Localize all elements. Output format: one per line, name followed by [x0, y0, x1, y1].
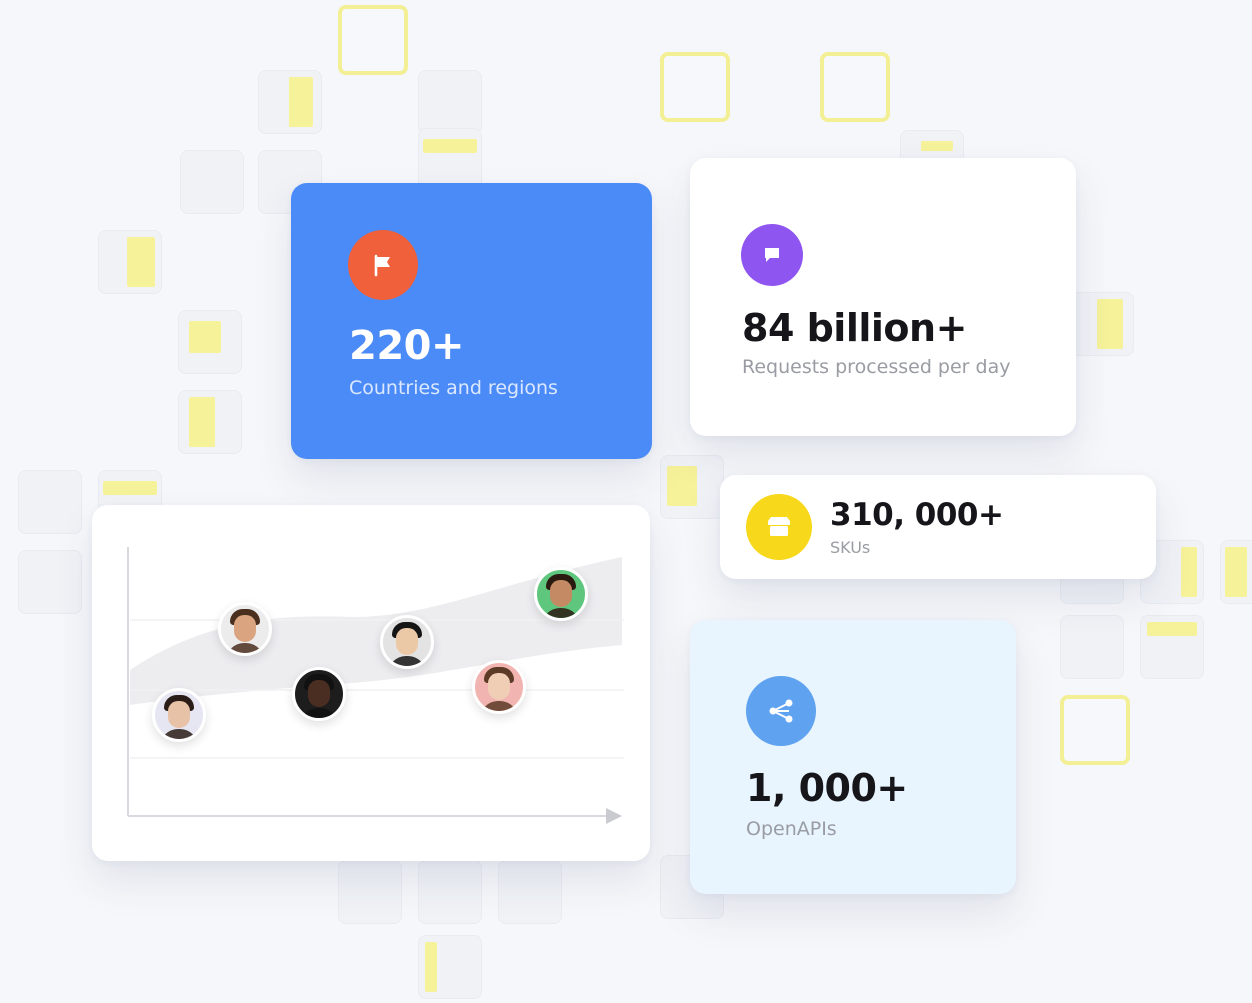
flag-icon	[348, 230, 418, 300]
avatar-woman-1	[152, 688, 206, 742]
background-tile	[1060, 615, 1124, 679]
user-chart-card	[92, 505, 650, 861]
chart-x-axis-arrow	[606, 808, 622, 824]
stat-label: Requests processed per day	[742, 356, 1011, 378]
share-nodes-icon	[746, 676, 816, 746]
background-tile	[18, 470, 82, 534]
background-tile	[1060, 695, 1130, 765]
stat-value: 84 billion+	[742, 306, 967, 350]
background-tile	[1220, 540, 1252, 604]
stat-value: 1, 000+	[746, 766, 908, 810]
avatar-man-curly	[218, 602, 272, 656]
avatar-man-asian	[380, 615, 434, 669]
chart-axes	[127, 547, 624, 824]
background-tile	[18, 550, 82, 614]
background-tile	[180, 150, 244, 214]
chat-bubble-icon	[741, 224, 803, 286]
background-tile	[418, 935, 482, 999]
background-tile	[820, 52, 890, 122]
background-tile	[660, 52, 730, 122]
stat-card-requests: 84 billion+ Requests processed per day	[690, 158, 1076, 436]
background-tile	[1070, 292, 1134, 356]
stat-value: 310, 000+	[830, 497, 1004, 533]
avatar-man-green	[534, 567, 588, 621]
avatar-man-dark	[292, 667, 346, 721]
background-tile	[660, 455, 724, 519]
store-icon	[746, 494, 812, 560]
stat-value: 220+	[349, 323, 465, 369]
background-tile	[178, 310, 242, 374]
stat-label: Countries and regions	[349, 377, 558, 399]
background-tile	[338, 860, 402, 924]
background-tile	[258, 70, 322, 134]
stat-card-skus: 310, 000+ SKUs	[720, 475, 1156, 579]
stat-card-countries: 220+ Countries and regions	[291, 183, 652, 459]
stat-label: SKUs	[830, 538, 871, 557]
stat-card-openapis: 1, 000+ OpenAPIs	[690, 620, 1016, 894]
background-tile	[338, 5, 408, 75]
stat-label: OpenAPIs	[746, 818, 837, 840]
background-tile	[418, 860, 482, 924]
background-tile	[418, 70, 482, 134]
background-tile	[498, 860, 562, 924]
background-tile	[1140, 615, 1204, 679]
background-tile	[98, 230, 162, 294]
background-tile	[178, 390, 242, 454]
avatar-woman-2	[472, 660, 526, 714]
